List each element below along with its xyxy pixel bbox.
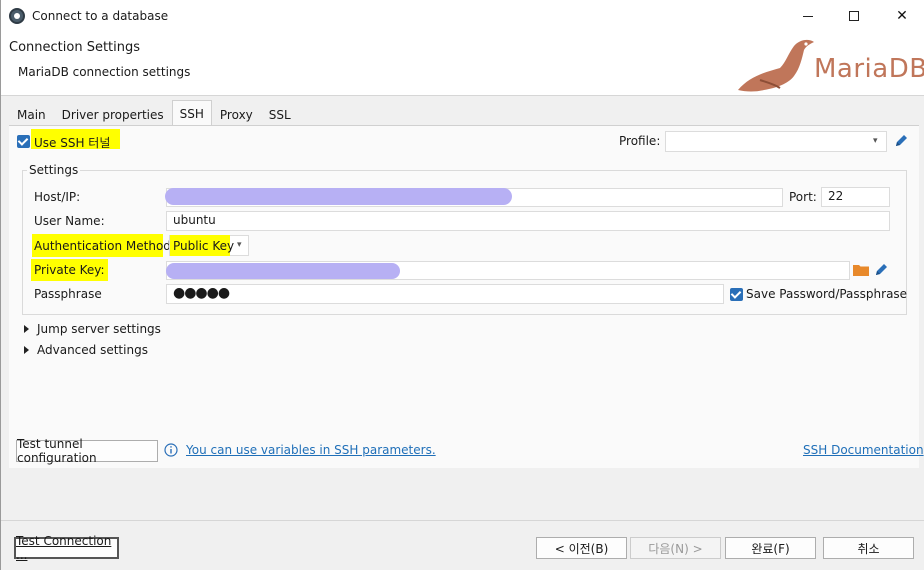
info-icon xyxy=(164,443,178,457)
save-password-label[interactable]: Save Password/Passphrase xyxy=(746,287,907,301)
auth-method-value: Public Key xyxy=(173,239,235,253)
tab-ssl[interactable]: SSL xyxy=(261,102,299,126)
use-ssh-label[interactable]: Use SSH 터널 xyxy=(34,134,110,151)
tab-main[interactable]: Main xyxy=(9,102,54,126)
redacted-private-key xyxy=(166,263,400,279)
profile-label: Profile: xyxy=(619,134,661,148)
window-title: Connect to a database xyxy=(32,9,169,23)
edit-profile-icon[interactable] xyxy=(893,133,909,149)
tab-driver-properties[interactable]: Driver properties xyxy=(54,102,172,126)
page-title: Connection Settings xyxy=(9,40,141,55)
expand-jump-icon[interactable] xyxy=(24,325,29,333)
settings-group-label: Settings xyxy=(27,163,81,177)
chevron-down-icon: ▾ xyxy=(873,136,878,146)
page-subtitle: MariaDB connection settings xyxy=(18,65,191,79)
redacted-host xyxy=(165,188,512,205)
test-connection-button[interactable]: Test Connection ... xyxy=(14,534,119,562)
tab-proxy[interactable]: Proxy xyxy=(212,102,261,126)
logo-text: MariaDB xyxy=(814,54,924,84)
maximize-button[interactable] xyxy=(831,0,877,32)
close-icon: ✕ xyxy=(896,8,908,24)
port-label: Port: xyxy=(789,190,817,204)
auth-method-label: Authentication Method: xyxy=(34,239,175,253)
close-button[interactable]: ✕ xyxy=(879,0,924,32)
chevron-down-icon: ▾ xyxy=(237,240,242,250)
user-input[interactable]: ubuntu xyxy=(166,211,890,231)
host-label: Host/IP: xyxy=(34,190,81,204)
tab-ssh[interactable]: SSH xyxy=(171,100,212,126)
user-label: User Name: xyxy=(34,214,105,228)
maximize-icon xyxy=(849,11,859,21)
jump-server-settings[interactable]: Jump server settings xyxy=(37,322,161,336)
wizard-header: Connection Settings MariaDB connection s… xyxy=(1,32,924,96)
advanced-settings[interactable]: Advanced settings xyxy=(37,343,148,357)
port-input[interactable]: 22 xyxy=(821,187,890,207)
save-password-checkbox[interactable] xyxy=(730,288,743,301)
minimize-button[interactable] xyxy=(785,0,831,32)
ssh-documentation-link[interactable]: SSH Documentation xyxy=(803,443,924,457)
expand-advanced-icon[interactable] xyxy=(24,346,29,354)
private-key-label: Private Key: xyxy=(34,263,105,277)
use-ssh-checkbox[interactable] xyxy=(17,135,30,148)
finish-button[interactable]: 완료(F) xyxy=(725,537,816,559)
dbeaver-app-icon xyxy=(9,8,25,24)
next-button[interactable]: 다음(N) > xyxy=(630,537,721,559)
test-tunnel-button[interactable]: Test tunnel configuration xyxy=(16,437,158,465)
folder-icon[interactable] xyxy=(853,263,869,277)
profile-select[interactable] xyxy=(665,131,887,152)
tab-bar: Main Driver properties SSH Proxy SSL xyxy=(9,100,299,126)
minimize-icon xyxy=(803,15,813,17)
mariadb-logo: MariaDB xyxy=(736,32,924,96)
ssh-variables-link[interactable]: You can use variables in SSH parameters. xyxy=(186,443,436,457)
title-bar: Connect to a database ✕ xyxy=(1,0,924,32)
passphrase-input[interactable]: ●●●●● xyxy=(166,284,724,304)
sea-lion-icon xyxy=(738,39,814,92)
back-button[interactable]: < 이전(B) xyxy=(536,537,627,559)
edit-key-icon[interactable] xyxy=(873,262,889,278)
dialog-window: Connect to a database ✕ Connection Setti… xyxy=(0,0,924,570)
passphrase-label: Passphrase xyxy=(34,287,102,301)
cancel-button[interactable]: 취소 xyxy=(823,537,914,559)
